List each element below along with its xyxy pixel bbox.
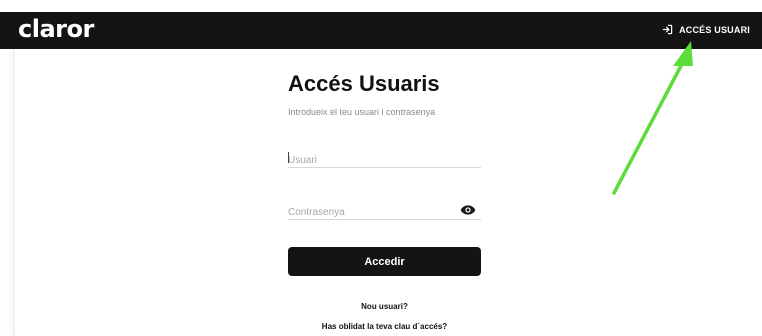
claror-logo[interactable]: claror <box>18 16 94 42</box>
text-caret <box>288 152 289 163</box>
form-subtitle: Introdueix el teu usuari i contrasenya <box>288 107 436 117</box>
page: claror ACCÉS USUARI Accés Usuaris Introd… <box>0 0 762 336</box>
page-title: Accés Usuaris <box>288 71 440 96</box>
login-link-label: ACCÉS USUARI <box>679 24 750 35</box>
password-field-wrapper <box>288 202 481 221</box>
login-icon <box>662 24 673 35</box>
password-input[interactable] <box>288 204 453 221</box>
login-link[interactable]: ACCÉS USUARI <box>662 24 750 35</box>
submit-button[interactable]: Accedir <box>288 247 481 276</box>
eye-icon[interactable] <box>460 204 476 216</box>
new-user-link[interactable]: Nou usuari? <box>288 302 481 311</box>
username-field-wrapper <box>288 150 481 169</box>
username-input[interactable] <box>288 152 481 169</box>
top-header: claror ACCÉS USUARI <box>0 12 762 49</box>
forgot-password-link[interactable]: Has oblidat la teva clau d´accés? <box>288 322 481 331</box>
